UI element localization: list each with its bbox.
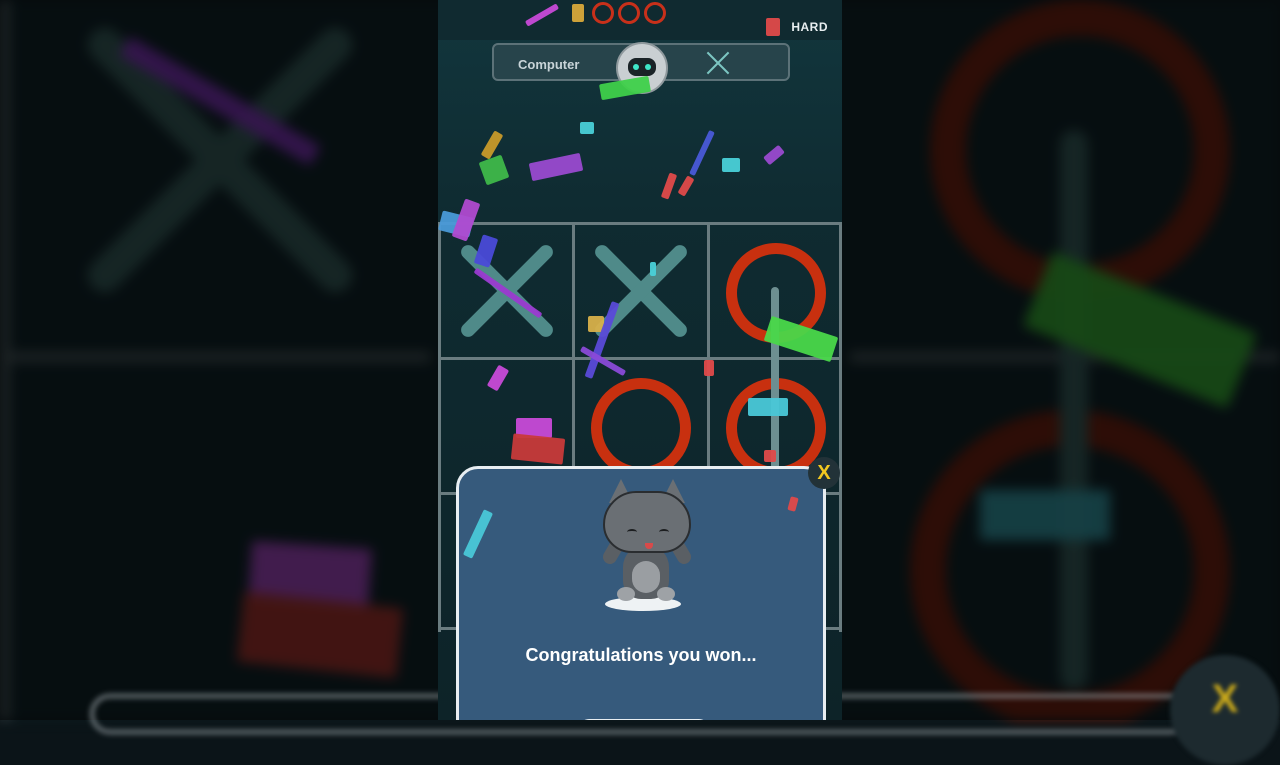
opponent-name: Computer [518, 57, 580, 72]
opponent-card: Computer [492, 42, 790, 94]
background-close-icon: X [1170, 655, 1280, 765]
difficulty-label: HARD [791, 20, 828, 34]
round-dot [592, 2, 614, 24]
win-message: Congratulations you won... [525, 645, 757, 665]
opponent-x-icon [706, 51, 730, 75]
round-dot [644, 2, 666, 24]
happy-cat-icon [600, 479, 694, 615]
round-dot [618, 2, 640, 24]
board-cell[interactable] [575, 225, 707, 357]
win-dialog: Congratulations you won... [456, 466, 826, 720]
o-mark-icon [591, 378, 691, 478]
close-button[interactable]: X [808, 457, 840, 489]
game-screen: HARD Computer Congratulations you won...… [438, 0, 842, 720]
top-bar: HARD [438, 0, 842, 40]
round-indicator [592, 2, 666, 24]
